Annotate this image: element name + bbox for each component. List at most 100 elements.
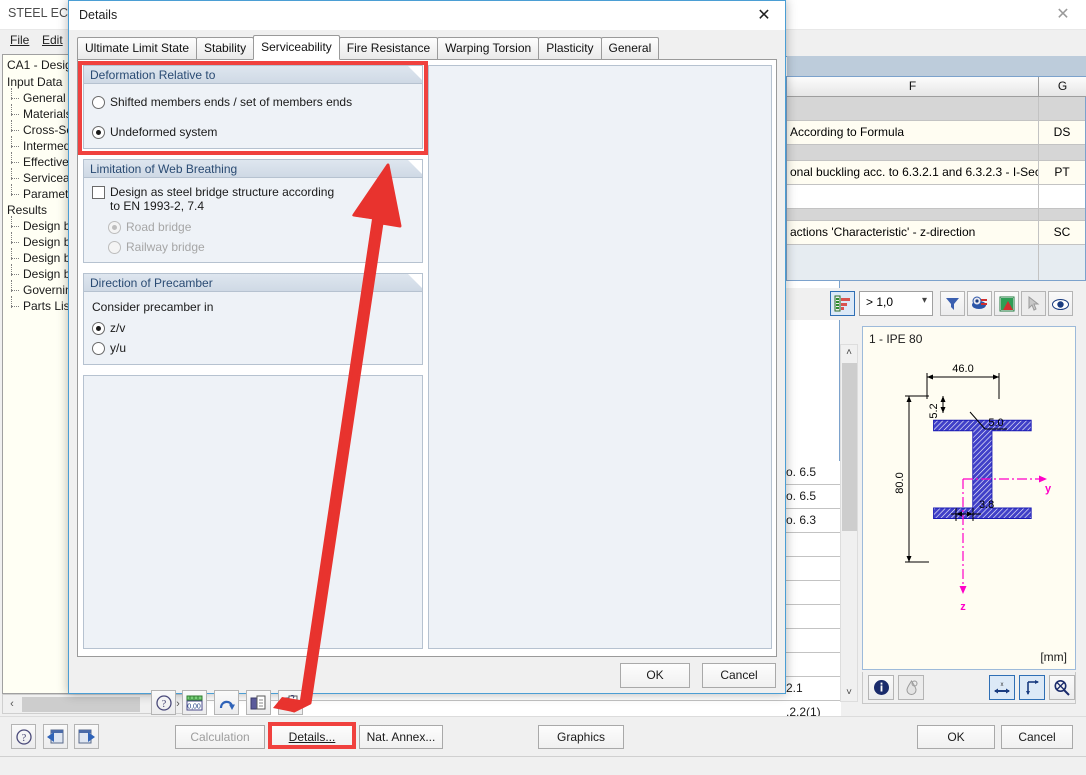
cell-g: [1039, 185, 1085, 208]
table-row[interactable]: [787, 145, 1085, 161]
chevron-down-icon[interactable]: ▾: [922, 295, 927, 306]
checkbox-steel-bridge-label-line2[interactable]: to EN 1993-2, 7.4: [110, 199, 204, 213]
tab-stability[interactable]: Stability: [196, 37, 255, 59]
tab-plasticity[interactable]: Plasticity: [538, 37, 602, 59]
scroll-left-icon[interactable]: ‹: [4, 696, 20, 712]
cancel-button-main[interactable]: Cancel: [1001, 725, 1073, 749]
dialog-title: Details: [79, 8, 118, 22]
details-label: Details...: [288, 730, 336, 744]
radio-precamber-zv-label[interactable]: z/v: [110, 321, 125, 335]
reset-icon[interactable]: [214, 690, 239, 715]
next-panel-icon[interactable]: [74, 724, 99, 749]
axis-label-z: z: [960, 601, 966, 613]
dim-web-thickness: 3.8: [979, 499, 994, 511]
ratio-filter-combo[interactable]: > 1,0 ▾: [859, 291, 933, 316]
units-icon[interactable]: 0,00: [182, 690, 207, 715]
radio-shifted-members-ends-label[interactable]: Shifted members ends / set of members en…: [110, 95, 352, 109]
result-filter-icon[interactable]: [830, 291, 855, 316]
table-row[interactable]: [787, 185, 1085, 209]
radio-railway-bridge-label[interactable]: Railway bridge: [126, 240, 205, 254]
ok-button-main[interactable]: OK: [917, 725, 995, 749]
checkbox-steel-bridge-structure[interactable]: [92, 186, 105, 199]
dialog-titlebar: Details ✕: [69, 1, 785, 30]
statusbar: [0, 756, 1086, 775]
menu-edit[interactable]: Edit: [42, 33, 63, 47]
radio-precamber-yu-label[interactable]: y/u: [110, 341, 126, 355]
cell-g: [1039, 97, 1085, 120]
nat-annex-button[interactable]: Nat. Annex...: [359, 725, 443, 749]
cell-g: [1039, 209, 1085, 220]
menu-file[interactable]: File: [10, 33, 29, 47]
view-eye-icon[interactable]: [1048, 291, 1073, 316]
info-icon[interactable]: [868, 675, 894, 700]
calculation-label: Calculation: [190, 730, 250, 744]
zoom-icon[interactable]: [1049, 675, 1075, 700]
cell-g: DS: [1053, 125, 1071, 139]
ok-label: OK: [646, 668, 664, 682]
funnel-icon[interactable]: [940, 291, 965, 316]
table-header-strip: [787, 56, 1086, 76]
tab-fire-resistance[interactable]: Fire Resistance: [338, 37, 439, 59]
results-table-right[interactable]: F G According to Formula DS onal bucklin…: [786, 76, 1086, 281]
scrollbar-thumb[interactable]: [22, 697, 140, 712]
radio-undeformed-system-label[interactable]: Undeformed system: [110, 125, 217, 139]
precamber-caption: Consider precamber in: [92, 300, 214, 314]
cancel-button-dialog[interactable]: Cancel: [702, 663, 776, 688]
calculation-button[interactable]: Calculation: [175, 725, 265, 749]
results-toolbar: > 1,0 ▾: [786, 288, 1086, 320]
help-icon[interactable]: ?: [11, 724, 36, 749]
axes-icon[interactable]: [1019, 675, 1045, 700]
main-bottom-toolbar: ? Calculation Details... Nat. Annex... G…: [0, 716, 1086, 756]
cell-f: [787, 97, 1039, 120]
cross-section-unit: [mm]: [1040, 650, 1067, 664]
color-drop-icon[interactable]: [898, 675, 924, 700]
cell-f: onal buckling acc. to 6.3.2.1 and 6.3.2.…: [787, 161, 1039, 184]
radio-precamber-yu[interactable]: [92, 342, 105, 355]
tab-general[interactable]: General: [600, 37, 660, 59]
pointer-select-icon[interactable]: [1021, 291, 1046, 316]
table-row[interactable]: actions 'Characteristic' - z-direction S…: [787, 221, 1085, 245]
cross-section-drawing: 46.0 80.0 5.2 5.0 3.8 y z: [894, 363, 1052, 613]
table-row[interactable]: [787, 97, 1085, 121]
graphics-label: Graphics: [556, 730, 606, 744]
cell-g: [1039, 145, 1085, 160]
deformation-group-title: Deformation Relative to: [84, 66, 422, 84]
radio-road-bridge-label[interactable]: Road bridge: [126, 220, 191, 234]
scroll-up-icon[interactable]: ˄: [841, 345, 857, 361]
excel-export-icon[interactable]: [994, 291, 1019, 316]
radio-road-bridge[interactable]: [108, 221, 121, 234]
table-vertical-scrollbar[interactable]: ˄ ˅: [840, 344, 858, 702]
column-header-f[interactable]: F: [787, 77, 1039, 97]
group-fold-corner: [408, 66, 422, 80]
radio-shifted-members-ends[interactable]: [92, 96, 105, 109]
radio-undeformed-system[interactable]: [92, 126, 105, 139]
table-row[interactable]: onal buckling acc. to 6.3.2.1 and 6.3.2.…: [787, 161, 1085, 185]
tab-ultimate-limit-state[interactable]: Ultimate Limit State: [77, 37, 198, 59]
axis-label-y: y: [1045, 483, 1052, 495]
scroll-down-icon[interactable]: ˅: [841, 685, 857, 701]
column-header-g[interactable]: G: [1039, 77, 1086, 97]
dimension-x-icon[interactable]: x: [989, 675, 1015, 700]
dim-height: 80.0: [894, 472, 906, 493]
details-button[interactable]: Details...: [271, 725, 353, 749]
deformation-relative-group: Deformation Relative to Shifted members …: [83, 65, 423, 149]
dim-root-radius: 5.0: [988, 417, 1003, 429]
visual-filter-icon[interactable]: [967, 291, 992, 316]
table-row[interactable]: According to Formula DS: [787, 121, 1085, 145]
close-icon[interactable]: ✕: [751, 5, 777, 27]
tab-warping-torsion[interactable]: Warping Torsion: [437, 37, 540, 59]
table-row[interactable]: [787, 209, 1085, 221]
radio-railway-bridge[interactable]: [108, 241, 121, 254]
scrollbar-thumb[interactable]: [842, 363, 857, 531]
radio-precamber-zv[interactable]: [92, 322, 105, 335]
cell-f: [787, 209, 1039, 220]
dim-flange-thickness: 5.2: [928, 403, 940, 418]
table-row[interactable]: [787, 245, 1085, 280]
help-icon[interactable]: ?: [151, 690, 176, 715]
prev-panel-icon[interactable]: [43, 724, 68, 749]
close-icon[interactable]: ✕: [1052, 4, 1074, 26]
graphics-button[interactable]: Graphics: [538, 725, 624, 749]
ok-button-dialog[interactable]: OK: [620, 663, 690, 688]
svg-text:0,00: 0,00: [187, 704, 201, 711]
tab-serviceability[interactable]: Serviceability: [253, 35, 340, 60]
